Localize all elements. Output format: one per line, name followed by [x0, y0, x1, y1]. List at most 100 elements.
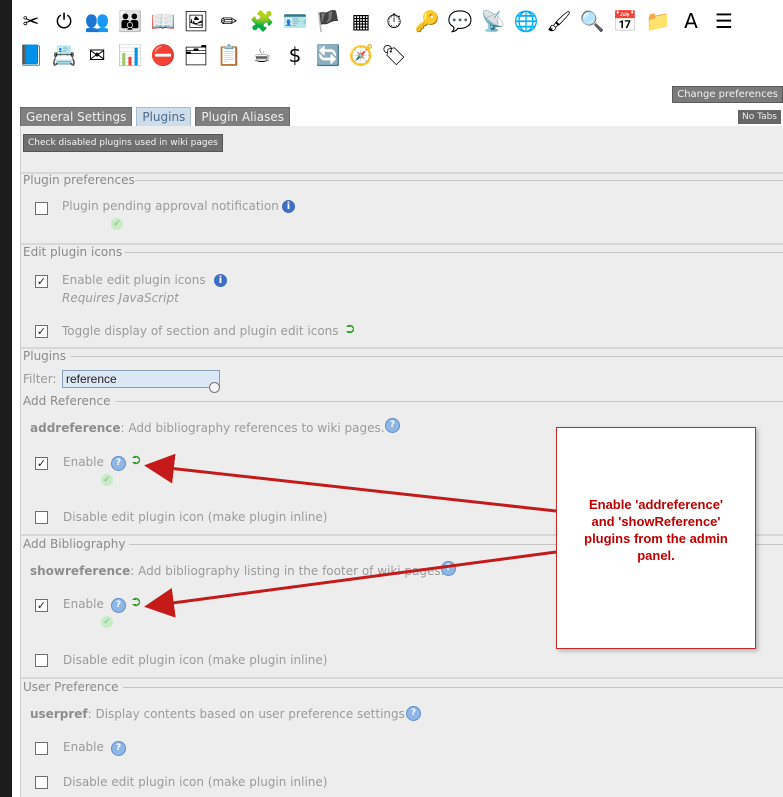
requires-javascript-note: Requires JavaScript [62, 291, 179, 305]
table-icon[interactable]: ▦ [346, 6, 376, 36]
clock-icon[interactable]: ⏱ [379, 6, 409, 36]
wiki-icon[interactable]: 📘 [16, 40, 46, 70]
check-ok-icon: ✓ [101, 474, 113, 486]
legend-user-preference: User Preference [23, 680, 119, 694]
toggle-edit-icons-label: Toggle display of section and plugin edi… [62, 324, 339, 338]
tab-plugin-aliases[interactable]: Plugin Aliases [195, 107, 290, 127]
addreference-description: addreference: Add bibliography reference… [30, 421, 385, 435]
calendar-icon[interactable]: 📅 [610, 6, 640, 36]
help-icon[interactable]: ? [385, 418, 400, 433]
settings-tabs: General Settings Plugins Plugin Aliases [20, 107, 290, 127]
annotation-text: Enable 'addreference' and 'showReference… [584, 497, 728, 563]
mail-icon[interactable]: ✉ [82, 40, 112, 70]
comment-icon[interactable]: 🪪 [280, 6, 310, 36]
legend-plugin-preferences: Plugin preferences [23, 173, 135, 187]
sitemap-icon[interactable]: 🗂 [181, 40, 211, 70]
cup-icon[interactable]: ☕ [247, 40, 277, 70]
sync-icon[interactable]: 🔄 [313, 40, 343, 70]
showreference-description: showreference: Add bibliography listing … [30, 564, 445, 578]
plugin-name: showreference [30, 564, 131, 578]
legend-edit-plugin-icons: Edit plugin icons [23, 245, 123, 259]
help-icon[interactable]: ? [111, 741, 126, 756]
filter-label: Filter: [23, 372, 57, 386]
help-icon[interactable]: ? [111, 456, 126, 471]
clear-filter-icon[interactable] [209, 382, 220, 393]
annotation-callout: Enable 'addreference' and 'showReference… [556, 427, 756, 649]
section-divider [21, 172, 783, 174]
no-tabs-button[interactable]: No Tabs [737, 110, 781, 124]
tab-general-settings[interactable]: General Settings [20, 107, 133, 127]
forms-icon[interactable]: 📋 [214, 40, 244, 70]
section-divider [21, 677, 783, 679]
change-preferences-button[interactable]: Change preferences [672, 86, 783, 103]
info-icon[interactable]: i [282, 200, 295, 213]
users-icon[interactable]: 👥 [82, 6, 112, 36]
enable-edit-icons-label: Enable edit plugin icons [62, 273, 206, 287]
check-ok-icon: ✓ [101, 616, 113, 628]
files-icon[interactable]: 📁 [643, 6, 673, 36]
globe-icon[interactable]: 🌐 [511, 6, 541, 36]
gallery-icon[interactable]: 🖌 [544, 6, 574, 36]
showreference-disable-icon-checkbox[interactable] [35, 654, 48, 667]
addreference-enable-checkbox[interactable]: ✓ [35, 457, 48, 470]
plugin-filter-input[interactable] [62, 370, 220, 388]
tab-plugins[interactable]: Plugins [136, 107, 192, 127]
toggle-edit-icons-checkbox[interactable]: ✓ [35, 325, 48, 338]
help-icon[interactable]: ? [406, 706, 421, 721]
legend-plugins: Plugins [23, 349, 66, 363]
section-divider [21, 347, 783, 349]
section-divider [21, 243, 783, 245]
help-icon[interactable]: ? [441, 561, 456, 576]
toolbar-row-1: ✂ ⏻ 👥 👪 📖 🖼 ✏ 🧩 🪪 🏴 ▦ ⏱ 🔑 💬 📡 🌐 🖌 🔍 📅 📁 A ☰ [16, 4, 776, 38]
admin-window: ✂ ⏻ 👥 👪 📖 🖼 ✏ 🧩 🪪 🏴 ▦ ⏱ 🔑 💬 📡 🌐 🖌 🔍 📅 📁 A ☰ 📘 📇 ✉ 📊 ⛔ 🗂 📋 ☕ $ 🔄 🧭 🏷 Chan… [12, 0, 783, 797]
modules-icon[interactable]: 🧩 [247, 6, 277, 36]
refresh-icon: ➲ [130, 452, 142, 468]
showreference-enable-label: Enable [63, 597, 104, 611]
refresh-icon: ➲ [344, 321, 356, 337]
admin-tools-icon[interactable]: ✂ [16, 6, 46, 36]
compass-icon[interactable]: 🧭 [346, 40, 376, 70]
legend-rule [135, 180, 783, 181]
toolbar-row-2: 📘 📇 ✉ 📊 ⛔ 🗂 📋 ☕ $ 🔄 🧭 🏷 [16, 38, 776, 72]
refresh-icon: ➲ [130, 594, 142, 610]
userpref-enable-label: Enable [63, 740, 104, 754]
chat-icon[interactable]: 💬 [445, 6, 475, 36]
plugin-description-text: : Display contents based on user prefere… [87, 707, 405, 721]
book-icon[interactable]: 📖 [148, 6, 178, 36]
help-icon[interactable]: ? [111, 598, 126, 613]
power-icon[interactable]: ⏻ [49, 6, 79, 36]
stats-icon[interactable]: 📊 [115, 40, 145, 70]
userpref-description: userpref: Display contents based on user… [30, 707, 405, 721]
search-icon[interactable]: 🔍 [577, 6, 607, 36]
showreference-enable-checkbox[interactable]: ✓ [35, 599, 48, 612]
legend-add-reference: Add Reference [23, 394, 111, 408]
legend-rule [123, 687, 783, 688]
tag-icon[interactable]: 🏷 [379, 40, 409, 70]
group-icon[interactable]: 👪 [115, 6, 145, 36]
contact-icon[interactable]: 📇 [49, 40, 79, 70]
addreference-disable-icon-label: Disable edit plugin icon (make plugin in… [63, 510, 328, 524]
dollar-icon[interactable]: $ [280, 40, 310, 70]
addreference-disable-icon-checkbox[interactable] [35, 511, 48, 524]
image-icon[interactable]: 🖼 [181, 6, 211, 36]
legend-rule [116, 401, 783, 402]
check-ok-icon: ✓ [111, 218, 123, 230]
text-area-icon[interactable]: ☰ [709, 6, 739, 36]
edit-icon[interactable]: ✏ [214, 6, 244, 36]
rss-icon[interactable]: 📡 [478, 6, 508, 36]
plugin-description-text: : Add bibliography listing in the footer… [130, 564, 445, 578]
language-icon[interactable]: 🏴 [313, 6, 343, 36]
key-icon[interactable]: 🔑 [412, 6, 442, 36]
enable-edit-icons-checkbox[interactable]: ✓ [35, 275, 48, 288]
check-disabled-plugins-button[interactable]: Check disabled plugins used in wiki page… [23, 134, 223, 152]
legend-rule [125, 252, 783, 253]
legend-add-bibliography: Add Bibliography [23, 537, 126, 551]
blocked-icon[interactable]: ⛔ [148, 40, 178, 70]
pending-approval-checkbox[interactable] [35, 202, 48, 215]
info-icon[interactable]: i [214, 274, 227, 287]
userpref-enable-checkbox[interactable] [35, 742, 48, 755]
userpref-disable-icon-checkbox[interactable] [35, 776, 48, 789]
showreference-disable-icon-label: Disable edit plugin icon (make plugin in… [63, 653, 328, 667]
font-icon[interactable]: A [676, 6, 706, 36]
addreference-enable-label: Enable [63, 455, 104, 469]
